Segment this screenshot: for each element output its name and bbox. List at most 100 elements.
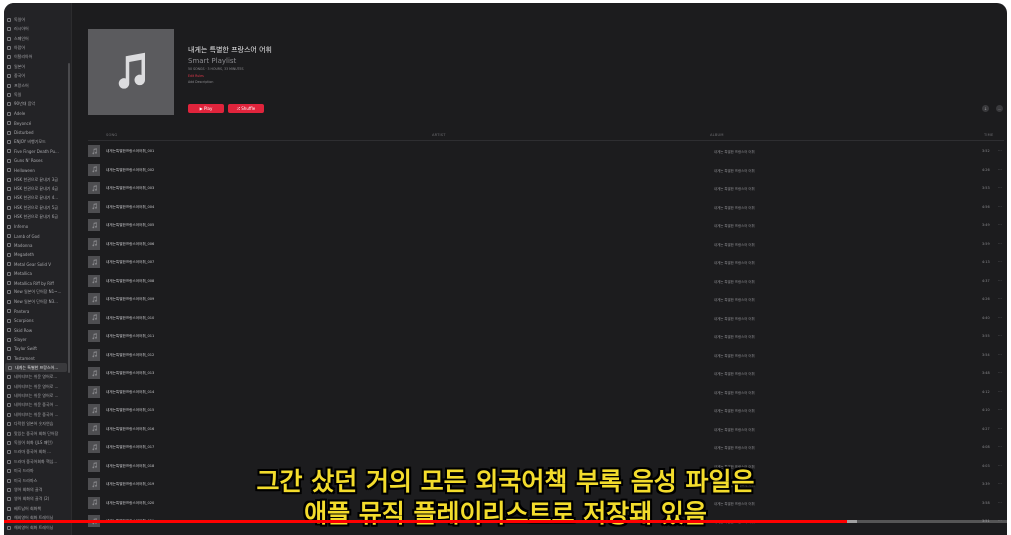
row-more-icon[interactable]: ··· <box>998 296 1002 301</box>
sidebar-item[interactable]: 일본어 <box>4 62 70 71</box>
row-more-icon[interactable]: ··· <box>998 204 1002 209</box>
sidebar-item-label: Megadeth <box>14 252 35 258</box>
sidebar-item[interactable]: 네이티브는 쉬운 영어로 ... <box>4 391 70 400</box>
table-row[interactable]: 내게는특별한프랑스어어휘_012 내게는 특별한 프랑스어 어휘 3:54 ··· <box>88 346 1004 365</box>
sidebar-item[interactable]: Testament <box>4 354 70 363</box>
shuffle-button[interactable]: ⤮ Shuffle <box>228 104 264 113</box>
table-row[interactable]: 내게는특별한프랑스어어휘_009 내게는 특별한 프랑스어 어휘 4:26 ··· <box>88 290 1004 309</box>
row-more-icon[interactable]: ··· <box>998 167 1002 172</box>
table-row[interactable]: 내게는특별한프랑스어어휘_016 내게는 특별한 프랑스어 어휘 4:27 ··· <box>88 420 1004 439</box>
table-row[interactable]: 내게는특별한프랑스어어휘_006 내게는 특별한 프랑스어 어휘 3:59 ··· <box>88 235 1004 254</box>
sidebar-item-label: HSK 한권으로 끝내기 5급 <box>14 204 58 210</box>
sidebar-item[interactable]: 스페인어 <box>4 34 70 43</box>
sidebar-item[interactable]: Five Finger Death Pu... <box>4 147 70 156</box>
sidebar-item[interactable]: Helloween <box>4 166 70 175</box>
table-row[interactable]: 내게는특별한프랑스어어휘_007 내게는 특별한 프랑스어 어휘 4:13 ··· <box>88 253 1004 272</box>
sidebar-item[interactable]: Metallica <box>4 269 70 278</box>
sidebar-item[interactable]: 네이티브는 쉬운 중국어 ... <box>4 401 70 410</box>
play-button[interactable]: ▶ Play <box>188 104 224 113</box>
sidebar-item[interactable]: 드라마 중국어 회화 ... <box>4 448 70 457</box>
sidebar-item[interactable]: HSK 한권으로 끝내기 4... <box>4 194 70 203</box>
column-header-artist[interactable]: ARTIST <box>432 133 446 137</box>
sidebar-item[interactable]: HSK 한권으로 끝내기 4급 <box>4 184 70 193</box>
download-icon[interactable]: ↓ <box>982 105 989 112</box>
sidebar-item-label: 내게는 특별한 프랑스어... <box>15 364 59 370</box>
table-row[interactable]: 내게는특별한프랑스어어휘_010 내게는 특별한 프랑스어 어휘 4:40 ··· <box>88 309 1004 328</box>
table-row[interactable]: 내게는특별한프랑스어어휘_017 내게는 특별한 프랑스어 어휘 4:08 ··· <box>88 438 1004 457</box>
edit-rules-link[interactable]: Edit Rules <box>188 74 204 78</box>
sidebar-item[interactable]: 네이티브는 쉬운 영어로... <box>4 372 70 381</box>
sidebar-item[interactable]: ENJOY 비행기모드 <box>4 137 70 146</box>
sidebar-item[interactable]: 독일 <box>4 90 70 99</box>
sidebar-item[interactable]: Guns N' Roses <box>4 156 70 165</box>
sidebar-item[interactable]: HSK 한권으로 끝내기 6급 <box>4 213 70 222</box>
column-header-album[interactable]: ALBUM <box>710 133 724 137</box>
sidebar-item[interactable]: Megadeth <box>4 250 70 259</box>
sidebar-item[interactable]: Beyoncé <box>4 118 70 127</box>
sidebar-item[interactable]: 다락원 일본어 숫자연습 <box>4 419 70 428</box>
sidebar-item[interactable]: Scorpions <box>4 316 70 325</box>
playlist-icon <box>7 356 11 361</box>
sidebar-item[interactable]: 이탈리아어 <box>4 53 70 62</box>
table-row[interactable]: 내게는특별한프랑스어어휘_004 내게는 특별한 프랑스어 어휘 4:56 ··· <box>88 198 1004 217</box>
table-row[interactable]: 내게는특별한프랑스어어휘_015 내게는 특별한 프랑스어 어휘 4:10 ··· <box>88 401 1004 420</box>
sidebar-item[interactable]: 러시아어 <box>4 24 70 33</box>
ellipsis-icon[interactable]: … <box>996 105 1003 112</box>
sidebar-scrollbar[interactable] <box>68 63 70 373</box>
row-more-icon[interactable]: ··· <box>998 389 1002 394</box>
sidebar-item[interactable]: HSK 한권으로 끝내기 3급 <box>4 175 70 184</box>
row-more-icon[interactable]: ··· <box>998 222 1002 227</box>
row-more-icon[interactable]: ··· <box>998 259 1002 264</box>
column-header-song[interactable]: SONG <box>106 133 117 137</box>
row-more-icon[interactable]: ··· <box>998 315 1002 320</box>
sidebar-item[interactable]: 독일어 <box>4 15 70 24</box>
sidebar-item[interactable]: 프랑스어 <box>4 81 70 90</box>
sidebar-item[interactable]: Disturbed <box>4 128 70 137</box>
row-more-icon[interactable]: ··· <box>998 241 1002 246</box>
sidebar-item[interactable]: 독일어 회화 (JLS 패턴) <box>4 438 70 447</box>
table-row[interactable]: 내게는특별한프랑스어어휘_014 내게는 특별한 프랑스어 어휘 4:12 ··· <box>88 383 1004 402</box>
sidebar-item[interactable]: Lamb of God <box>4 231 70 240</box>
row-more-icon[interactable]: ··· <box>998 333 1002 338</box>
sidebar-item[interactable]: Madonna <box>4 241 70 250</box>
sidebar-item[interactable]: Metallica Riff by Riff <box>4 278 70 287</box>
sidebar-item[interactable]: New 일본어 단어장 N1~... <box>4 288 70 297</box>
sidebar-item[interactable]: 중국어 <box>4 71 70 80</box>
table-row[interactable]: 내게는특별한프랑스어어휘_002 내게는 특별한 프랑스어 어휘 4:26 ··· <box>88 161 1004 180</box>
sidebar-item[interactable]: 내게는 특별한 프랑스어... <box>5 363 67 373</box>
sidebar-item[interactable]: Adele <box>4 109 70 118</box>
sidebar-item[interactable]: Metal Gear Solid V <box>4 260 70 269</box>
row-more-icon[interactable]: ··· <box>998 444 1002 449</box>
row-more-icon[interactable]: ··· <box>998 352 1002 357</box>
sidebar-item[interactable]: 네이티브는 쉬운 중국어 ... <box>4 410 70 419</box>
sidebar-item[interactable]: Slayer <box>4 335 70 344</box>
table-row[interactable]: 내게는특별한프랑스어어휘_013 내게는 특별한 프랑스어 어휘 3:48 ··· <box>88 364 1004 383</box>
table-row[interactable]: 내게는특별한프랑스어어휘_001 내게는 특별한 프랑스어 어휘 3:52 ··· <box>88 142 1004 161</box>
row-more-icon[interactable]: ··· <box>998 370 1002 375</box>
sidebar-item[interactable]: 네이티브는 쉬운 영어로 ... <box>4 382 70 391</box>
row-more-icon[interactable]: ··· <box>998 148 1002 153</box>
video-progress-bar[interactable] <box>4 520 1007 523</box>
playlist-icon <box>7 177 11 182</box>
sidebar-item[interactable]: Pantera <box>4 307 70 316</box>
sidebar-item[interactable]: 맛있는 중국어 회화 단어장 <box>4 429 70 438</box>
sidebar-item[interactable]: 아랍어 <box>4 43 70 52</box>
sidebar-item[interactable]: Inferno <box>4 222 70 231</box>
column-header-time[interactable]: TIME <box>984 133 993 137</box>
sidebar-item[interactable]: 90년대 음악 <box>4 100 70 109</box>
song-duration: 4:26 <box>982 297 990 301</box>
album-name: 내게는 특별한 프랑스어 어휘 <box>714 427 755 432</box>
row-more-icon[interactable]: ··· <box>998 407 1002 412</box>
sidebar-item[interactable]: Skid Row <box>4 325 70 334</box>
sidebar-item[interactable]: Taylor Swift <box>4 344 70 353</box>
table-row[interactable]: 내게는특별한프랑스어어휘_008 내게는 특별한 프랑스어 어휘 4:37 ··· <box>88 272 1004 291</box>
row-more-icon[interactable]: ··· <box>998 426 1002 431</box>
row-more-icon[interactable]: ··· <box>998 278 1002 283</box>
table-row[interactable]: 내게는특별한프랑스어어휘_003 내게는 특별한 프랑스어 어휘 3:53 ··· <box>88 179 1004 198</box>
row-more-icon[interactable]: ··· <box>998 185 1002 190</box>
sidebar-item[interactable]: New 일본어 단어장 N3... <box>4 297 70 306</box>
table-row[interactable]: 내게는특별한프랑스어어휘_005 내게는 특별한 프랑스어 어휘 3:49 ··· <box>88 216 1004 235</box>
add-description-link[interactable]: Add Description <box>188 80 213 84</box>
sidebar-item[interactable]: HSK 한권으로 끝내기 5급 <box>4 203 70 212</box>
table-row[interactable]: 내게는특별한프랑스어어휘_011 내게는 특별한 프랑스어 어휘 3:55 ··· <box>88 327 1004 346</box>
